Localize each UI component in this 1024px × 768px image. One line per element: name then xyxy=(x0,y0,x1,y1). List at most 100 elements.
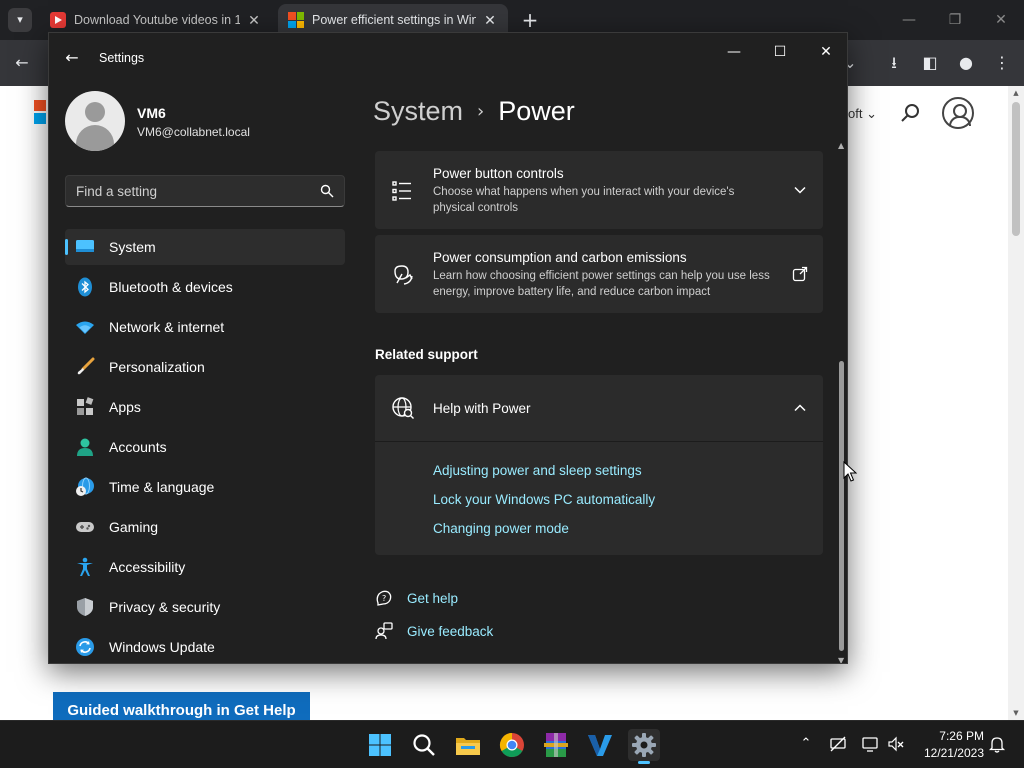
more-menu-icon[interactable]: ⋮ xyxy=(990,51,1014,75)
scroll-down-icon[interactable]: ▼ xyxy=(1008,706,1024,720)
scroll-up-icon[interactable]: ▲ xyxy=(1008,86,1024,100)
find-setting-box[interactable] xyxy=(65,175,345,207)
browser-close-button[interactable]: ✕ xyxy=(986,6,1016,34)
side-panel-icon[interactable]: ◧ xyxy=(918,51,942,75)
chevron-down-icon[interactable] xyxy=(791,181,809,199)
get-help-link[interactable]: Get help xyxy=(407,591,458,606)
profile-icon[interactable]: ● xyxy=(954,51,978,75)
tab-close-icon[interactable]: ✕ xyxy=(246,12,262,29)
sidebar-item-personalization[interactable]: Personalization xyxy=(65,349,345,385)
network-disconnected-icon[interactable] xyxy=(829,735,847,753)
help-with-power-toggle[interactable]: Help with Power xyxy=(433,401,531,416)
windows-update-icon xyxy=(76,638,94,656)
user-email: VM6@collabnet.local xyxy=(137,125,250,139)
sidebar-item-privacy-security[interactable]: Privacy & security xyxy=(65,589,345,625)
youtube-download-icon xyxy=(50,12,66,28)
back-arrow-icon[interactable]: ← xyxy=(10,51,34,75)
tab-title: Download Youtube videos in 10 xyxy=(74,13,240,27)
sidebar-item-accounts[interactable]: Accounts xyxy=(65,429,345,465)
file-explorer-icon[interactable] xyxy=(452,729,484,761)
browser-minimize-button[interactable]: — xyxy=(894,6,924,34)
settings-title-bar: ← Settings — ☐ ✕ xyxy=(49,33,847,81)
tab-close-icon[interactable]: ✕ xyxy=(482,12,498,29)
minimize-button[interactable]: — xyxy=(711,37,757,67)
chrome-icon[interactable] xyxy=(496,729,528,761)
chevron-up-icon[interactable]: ⌃ xyxy=(797,735,815,753)
settings-scrollbar[interactable]: ▲ ▼ xyxy=(837,141,847,663)
search-icon[interactable] xyxy=(900,102,922,124)
gamepad-icon xyxy=(76,522,94,532)
browser-restore-button[interactable]: ❐ xyxy=(940,6,970,34)
sidebar-item-system[interactable]: System xyxy=(65,229,345,265)
accessibility-icon xyxy=(77,557,93,576)
app-title: Settings xyxy=(99,51,145,65)
card-description: Choose what happens when you interact wi… xyxy=(433,186,735,214)
sidebar-item-bluetooth[interactable]: Bluetooth & devices xyxy=(65,269,345,305)
user-name: VM6 xyxy=(137,105,166,121)
sidebar-item-windows-update[interactable]: Windows Update xyxy=(65,629,345,663)
display-icon[interactable] xyxy=(861,735,879,753)
breadcrumb-system-link[interactable]: System xyxy=(373,96,463,127)
get-help-icon: ? xyxy=(376,590,392,606)
notification-bell-icon[interactable] xyxy=(988,735,1006,753)
scroll-down-icon[interactable]: ▼ xyxy=(838,656,844,663)
sidebar-item-accessibility[interactable]: Accessibility xyxy=(65,549,345,585)
scroll-up-icon[interactable]: ▲ xyxy=(838,141,844,150)
tab-title: Power efficient settings in Wind xyxy=(312,13,476,27)
clock-time[interactable]: 7:26 PM xyxy=(920,729,984,743)
card-title: Power consumption and carbon emissions xyxy=(433,250,687,265)
bluetooth-icon xyxy=(78,277,92,297)
globe-search-icon xyxy=(392,397,414,419)
page-scrollbar-thumb[interactable] xyxy=(1012,102,1020,236)
chevron-up-icon[interactable] xyxy=(791,399,809,417)
help-with-power-card: Help with Power Adjusting power and slee… xyxy=(375,375,823,555)
visual-studio-icon[interactable] xyxy=(584,729,616,761)
external-link-icon[interactable] xyxy=(791,265,809,283)
help-link-power-mode[interactable]: Changing power mode xyxy=(433,521,569,536)
settings-gear-icon[interactable] xyxy=(628,729,660,764)
help-link-lock-pc[interactable]: Lock your Windows PC automatically xyxy=(433,492,655,507)
page-title: Power xyxy=(498,95,575,126)
sidebar-item-network[interactable]: Network & internet xyxy=(65,309,345,345)
settings-window: ← Settings — ☐ ✕ VM6 VM6@collabnet.local… xyxy=(48,32,848,664)
help-link-power-sleep[interactable]: Adjusting power and sleep settings xyxy=(433,463,642,478)
back-arrow-icon[interactable]: ← xyxy=(61,47,83,69)
search-input[interactable] xyxy=(66,176,316,206)
chevron-right-icon: › xyxy=(477,100,485,122)
account-icon[interactable] xyxy=(942,97,974,129)
apps-icon xyxy=(77,397,94,415)
search-icon[interactable] xyxy=(408,729,440,761)
winrar-icon[interactable] xyxy=(540,729,572,761)
give-feedback-link[interactable]: Give feedback xyxy=(407,624,493,639)
time-language-icon xyxy=(76,477,94,496)
new-tab-button[interactable]: + xyxy=(518,8,542,32)
microsoft-logo-icon[interactable] xyxy=(34,100,46,124)
tab-search-dropdown-button[interactable]: ▾ xyxy=(8,8,32,32)
volume-muted-icon[interactable] xyxy=(887,735,905,753)
microsoft-icon xyxy=(288,12,304,28)
accounts-icon xyxy=(77,438,93,456)
windows-start-icon[interactable] xyxy=(364,729,396,761)
power-consumption-card[interactable]: Power consumption and carbon emissions L… xyxy=(375,235,823,313)
page-scrollbar[interactable]: ▲ ▼ xyxy=(1008,86,1024,720)
svg-text:?: ? xyxy=(382,594,386,603)
system-display-icon xyxy=(76,240,94,252)
sidebar-item-apps[interactable]: Apps xyxy=(65,389,345,425)
microsoft-menu[interactable]: oft ⌄ xyxy=(848,106,877,122)
clock-date[interactable]: 12/21/2023 xyxy=(905,746,984,760)
settings-scrollbar-thumb[interactable] xyxy=(839,361,844,651)
sidebar-item-time-language[interactable]: Time & language xyxy=(65,469,345,505)
close-button[interactable]: ✕ xyxy=(803,37,847,67)
download-icon[interactable]: ⭳ xyxy=(882,51,906,75)
leaf-shield-icon xyxy=(394,265,413,285)
mouse-cursor-icon xyxy=(843,461,857,482)
power-button-controls-card[interactable]: Power button controls Choose what happen… xyxy=(375,151,823,229)
brush-icon xyxy=(77,357,95,375)
sidebar-item-gaming[interactable]: Gaming xyxy=(65,509,345,545)
avatar[interactable] xyxy=(65,91,125,151)
search-icon[interactable] xyxy=(320,184,334,198)
wifi-icon xyxy=(76,321,94,334)
maximize-button[interactable]: ☐ xyxy=(757,37,803,67)
breadcrumb: System › Power xyxy=(373,91,575,131)
taskbar: ⌃ 7:26 PM 12/21/2023 xyxy=(0,720,1024,768)
